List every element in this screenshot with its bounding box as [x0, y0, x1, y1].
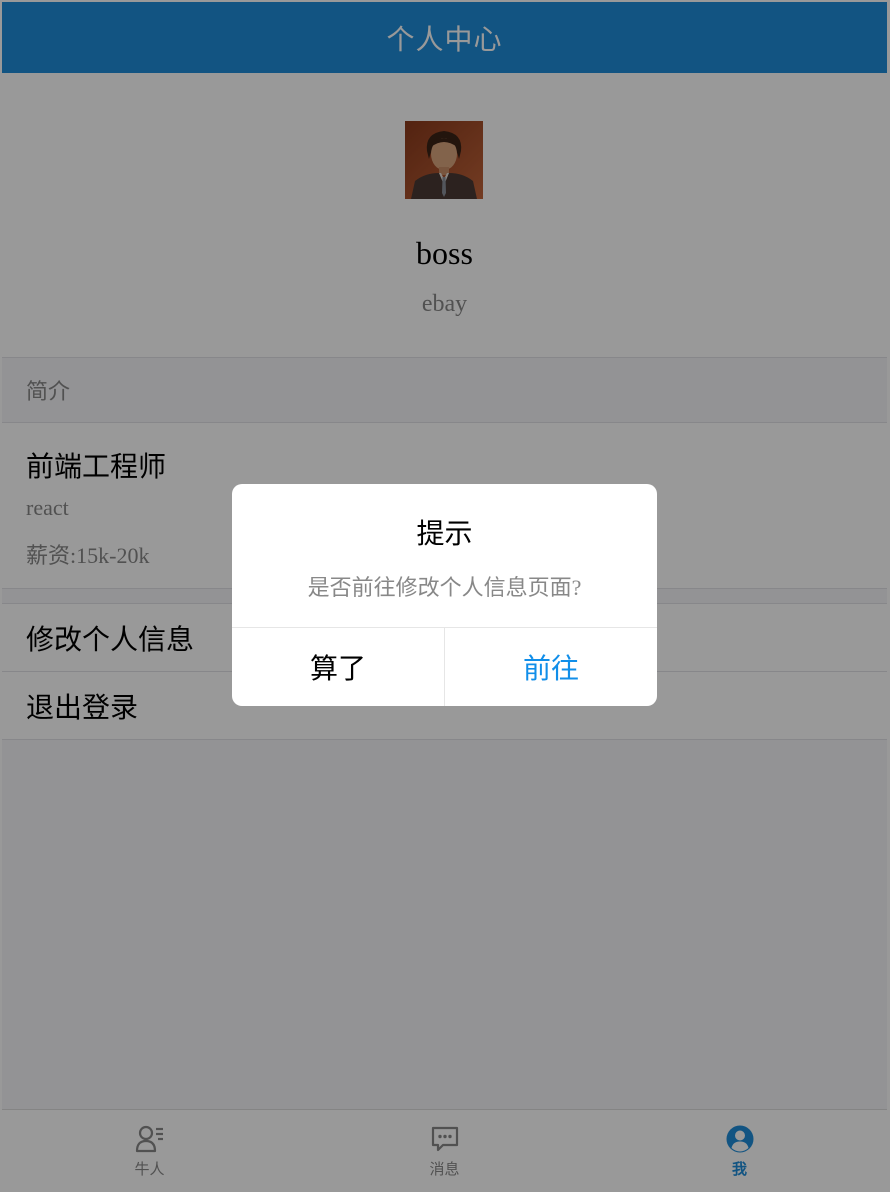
confirm-dialog: 提示 是否前往修改个人信息页面? 算了 前往	[232, 484, 657, 706]
confirm-button[interactable]: 前往	[445, 628, 657, 706]
dialog-button-row: 算了 前往	[232, 627, 657, 706]
dialog-title: 提示	[416, 519, 473, 550]
cancel-button[interactable]: 算了	[232, 628, 445, 706]
dialog-message: 是否前往修改个人信息页面?	[307, 575, 582, 600]
